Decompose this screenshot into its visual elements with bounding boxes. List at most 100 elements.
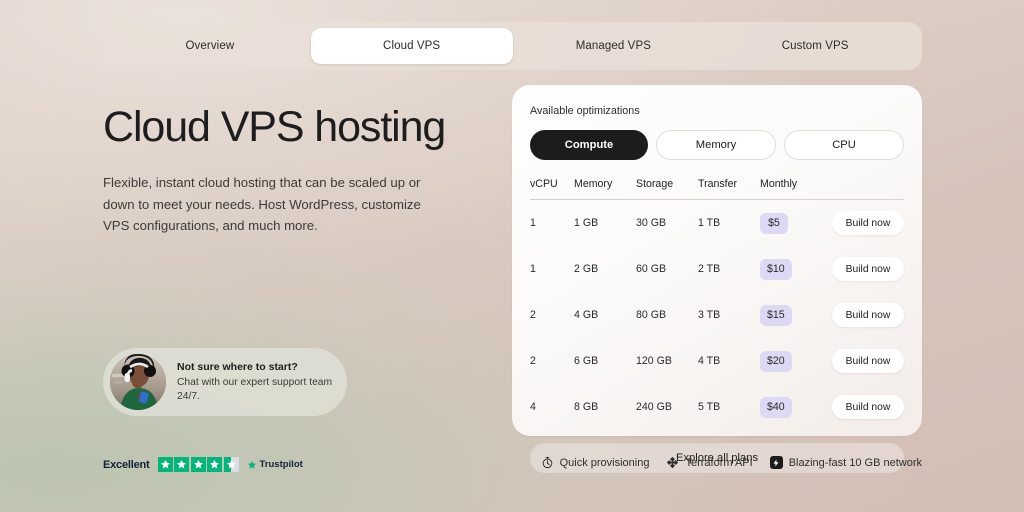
trustpilot-star-icon	[247, 460, 256, 469]
page-title: Cloud VPS hosting	[103, 103, 446, 151]
cell-monthly: $10	[760, 246, 822, 292]
column-header-memory: Memory	[574, 178, 613, 190]
cell-action: Build now	[822, 384, 904, 430]
cell-transfer: 4 TB	[698, 355, 721, 367]
table-row: 1 1 GB 30 GB 1 TB $5 Build now	[530, 200, 904, 247]
build-now-button[interactable]: Build now	[832, 395, 904, 419]
cell-memory: 6 GB	[574, 355, 599, 367]
terraform-icon	[667, 456, 679, 469]
price-badge: $5	[760, 212, 788, 234]
cell-action: Build now	[822, 246, 904, 292]
feature-blazing-fast-network: Blazing-fast 10 GB network	[769, 456, 922, 469]
cell-memory: 1 GB	[574, 217, 599, 229]
tab-label: Overview	[185, 40, 235, 52]
cell-storage: 120 GB	[636, 355, 672, 367]
trustpilot-brand-label: Trustpilot	[259, 459, 303, 470]
table-row: 1 2 GB 60 GB 2 TB $10 Build now	[530, 246, 904, 292]
cell-transfer: 3 TB	[698, 309, 721, 321]
available-optimizations-label: Available optimizations	[530, 105, 640, 117]
cell-action: Build now	[822, 338, 904, 384]
price-badge: $10	[760, 258, 792, 280]
plans-table: vCPU Memory Storage Transfer Monthly 1 1…	[530, 178, 904, 430]
cell-action: Build now	[822, 292, 904, 338]
tab-managed-vps[interactable]: Managed VPS	[513, 28, 715, 64]
table-header-row: vCPU Memory Storage Transfer Monthly	[530, 178, 904, 200]
plans-table-head: vCPU Memory Storage Transfer Monthly	[530, 178, 904, 200]
cell-monthly: $20	[760, 338, 822, 384]
build-now-button[interactable]: Build now	[832, 257, 904, 281]
price-badge: $40	[760, 396, 792, 418]
lightning-bolt-icon	[769, 456, 783, 469]
table-row: 2 6 GB 120 GB 4 TB $20 Build now	[530, 338, 904, 384]
cell-transfer: 1 TB	[698, 217, 721, 229]
cell-vcpu: 2	[530, 309, 536, 321]
trustpilot-stars	[157, 457, 239, 472]
build-now-button[interactable]: Build now	[832, 211, 904, 235]
column-header-storage: Storage	[636, 178, 674, 190]
feature-label: Blazing-fast 10 GB network	[788, 456, 922, 469]
price-badge: $15	[760, 304, 792, 326]
support-agent-photo	[110, 354, 166, 410]
cell-vcpu: 1	[530, 263, 536, 275]
trustpilot-rating-word: Excellent	[103, 458, 150, 471]
star-half-icon	[223, 457, 239, 472]
support-chat-card[interactable]: Not sure where to start? Chat with our e…	[103, 348, 347, 416]
star-icon	[207, 457, 223, 472]
feature-label: Terraform API	[685, 456, 753, 469]
cell-memory: 2 GB	[574, 263, 599, 275]
support-chat-subtitle: Chat with our expert support team 24/7.	[177, 377, 333, 403]
column-header-action	[822, 178, 904, 200]
star-icon	[174, 457, 190, 472]
hero-section: Cloud VPS hosting Flexible, instant clou…	[103, 103, 473, 236]
optimization-compute-button[interactable]: Compute	[530, 130, 648, 160]
avatar	[110, 354, 166, 410]
cell-transfer: 2 TB	[698, 263, 721, 275]
cell-transfer: 5 TB	[698, 401, 721, 413]
build-now-button[interactable]: Build now	[832, 303, 904, 327]
pricing-card: Available optimizations Compute Memory C…	[512, 85, 922, 473]
cell-memory: 8 GB	[574, 401, 599, 413]
column-header-transfer: Transfer	[698, 178, 738, 190]
optimization-cpu-button[interactable]: CPU	[784, 130, 904, 160]
tab-overview[interactable]: Overview	[109, 28, 311, 64]
tab-label: Custom VPS	[781, 40, 849, 52]
cell-vcpu: 4	[530, 401, 536, 413]
tab-label: Managed VPS	[575, 40, 651, 52]
build-now-button[interactable]: Build now	[832, 349, 904, 373]
price-badge: $20	[760, 350, 792, 372]
trustpilot-rating[interactable]: Excellent Trustpilot	[103, 457, 303, 472]
optimization-memory-button[interactable]: Memory	[656, 130, 776, 160]
column-header-monthly: Monthly	[760, 178, 798, 190]
feature-label: Quick provisioning	[559, 456, 650, 469]
tab-label: Cloud VPS	[383, 40, 441, 52]
cell-monthly: $15	[760, 292, 822, 338]
optimization-toggle-group: Compute Memory CPU	[530, 130, 904, 160]
optimization-label: CPU	[832, 139, 856, 151]
cell-action: Build now	[822, 200, 904, 247]
tab-custom-vps[interactable]: Custom VPS	[714, 28, 916, 64]
product-tab-bar: Overview Cloud VPS Managed VPS Custom VP…	[103, 22, 922, 70]
column-header-vcpu: vCPU	[530, 178, 558, 190]
cell-monthly: $40	[760, 384, 822, 430]
feature-strip: Quick provisioning Terraform API Blazing…	[541, 456, 922, 469]
optimization-label: Compute	[564, 139, 614, 151]
cell-storage: 60 GB	[636, 263, 667, 275]
stopwatch-icon	[542, 456, 552, 469]
trustpilot-brand: Trustpilot	[247, 459, 303, 470]
cell-vcpu: 2	[530, 355, 536, 367]
cell-storage: 80 GB	[636, 309, 667, 321]
cell-storage: 30 GB	[636, 217, 667, 229]
plans-table-body: 1 1 GB 30 GB 1 TB $5 Build now 1 2 GB 60…	[530, 200, 904, 431]
cell-monthly: $5	[760, 200, 822, 247]
star-icon	[157, 457, 173, 472]
star-icon	[190, 457, 206, 472]
tab-cloud-vps[interactable]: Cloud VPS	[310, 28, 513, 64]
optimization-label: Memory	[695, 139, 737, 151]
cell-vcpu: 1	[530, 217, 536, 229]
feature-terraform-api: Terraform API	[666, 456, 753, 469]
cell-memory: 4 GB	[574, 309, 599, 321]
table-row: 4 8 GB 240 GB 5 TB $40 Build now	[530, 384, 904, 430]
cell-storage: 240 GB	[636, 401, 672, 413]
feature-quick-provisioning: Quick provisioning	[541, 456, 650, 469]
support-chat-text: Not sure where to start? Chat with our e…	[177, 360, 333, 404]
